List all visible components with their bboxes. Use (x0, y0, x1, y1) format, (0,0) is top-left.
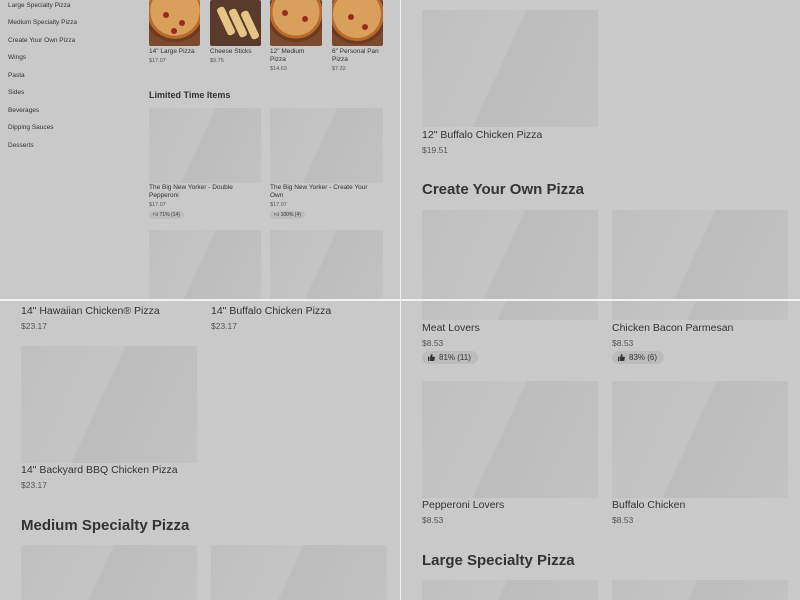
personal-pan-pizza-image[interactable] (332, 0, 383, 46)
menu-page-zoomed-out: Large Specialty Pizza Medium Specialty P… (0, 0, 400, 299)
backyard-bbq-chicken-pizza-name[interactable]: 14" Backyard BBQ Chicken Pizza (21, 464, 178, 476)
limited-item-image[interactable] (270, 230, 383, 299)
buffalo-chicken-14-pizza-price: $23.17 (211, 321, 237, 331)
large-specialty-heading: Large Specialty Pizza (422, 552, 575, 569)
sidebar-item-pasta[interactable]: Pasta (8, 72, 25, 79)
pepperoni-lovers-name[interactable]: Pepperoni Lovers (422, 499, 504, 511)
sidebar-item-beverages[interactable]: Beverages (8, 107, 39, 114)
create-your-own-heading: Create Your Own Pizza (422, 181, 584, 198)
thumbs-up-icon: 👍︎ (274, 212, 280, 218)
limited-item-image[interactable] (149, 230, 261, 299)
cheese-sticks-name[interactable]: Cheese Sticks (210, 48, 266, 56)
buffalo-chicken-price: $8.53 (612, 515, 634, 525)
rating-badge: 81% (11) (422, 351, 478, 364)
sidebar-item-large-specialty-pizza[interactable]: Large Specialty Pizza (8, 2, 71, 9)
menu-page-zoomed-in: 12" Buffalo Chicken Pizza $19.51 Create … (401, 0, 800, 299)
rating-value: 71% (14) (159, 212, 180, 218)
sidebar-item-desserts[interactable]: Desserts (8, 142, 34, 149)
backyard-bbq-chicken-pizza-price: $23.17 (21, 480, 47, 490)
menu-page-zoomed-in: 14" Hawaiian Chicken® Pizza $23.17 14" B… (0, 301, 400, 600)
big-new-yorker-double-pepperoni-price: $17.07 (149, 202, 166, 208)
sidebar-item-create-your-own-pizza[interactable]: Create Your Own Pizza (8, 37, 75, 44)
thumbs-up-icon (618, 354, 625, 361)
medium-pizza-image[interactable] (270, 0, 322, 46)
menu-item-image[interactable] (21, 545, 197, 600)
rating-value: 81% (11) (439, 353, 471, 362)
menu-item-image[interactable] (422, 580, 598, 600)
sidebar-item-medium-specialty-pizza[interactable]: Medium Specialty Pizza (8, 19, 77, 26)
personal-pan-pizza-name[interactable]: 6" Personal Pan Pizza (332, 48, 384, 64)
big-new-yorker-double-pepperoni-name[interactable]: The Big New Yorker - Double Pepperoni (149, 184, 249, 200)
sidebar-item-wings[interactable]: Wings (8, 54, 26, 61)
buffalo-chicken-pizza-image[interactable] (422, 10, 598, 127)
large-pizza-price: $17.07 (149, 58, 166, 64)
large-pizza-image[interactable] (149, 0, 200, 46)
thumbs-up-icon (428, 354, 435, 361)
rating-badge: 👍︎ 71% (14) (149, 211, 184, 219)
buffalo-chicken-14-pizza-name[interactable]: 14" Buffalo Chicken Pizza (211, 305, 331, 317)
big-new-yorker-create-your-own-image[interactable] (270, 108, 383, 183)
backyard-bbq-chicken-pizza-image[interactable] (21, 346, 197, 463)
medium-pizza-price: $14.63 (270, 66, 287, 72)
rating-value: 100% (4) (280, 212, 301, 218)
meat-lovers-price: $8.53 (422, 338, 444, 348)
sidebar-item-sides[interactable]: Sides (8, 89, 24, 96)
grid-divider-horizontal (0, 299, 800, 301)
medium-specialty-heading: Medium Specialty Pizza (21, 517, 190, 534)
big-new-yorker-double-pepperoni-image[interactable] (149, 108, 261, 183)
buffalo-chicken-pizza-price: $19.51 (422, 145, 448, 155)
chicken-bacon-parmesan-price: $8.53 (612, 338, 634, 348)
menu-item-image[interactable] (612, 210, 788, 299)
menu-item-image[interactable] (422, 210, 598, 299)
meat-lovers-image[interactable] (422, 301, 598, 320)
hawaiian-chicken-pizza-price: $23.17 (21, 321, 47, 331)
chicken-bacon-parmesan-image[interactable] (612, 301, 788, 320)
big-new-yorker-create-your-own-price: $17.07 (270, 202, 287, 208)
cheese-sticks-image[interactable] (210, 0, 261, 46)
buffalo-chicken-image[interactable] (612, 381, 788, 498)
limited-time-heading: Limited Time Items (149, 90, 231, 100)
pepperoni-lovers-price: $8.53 (422, 515, 444, 525)
rating-badge: 👍︎ 100% (4) (270, 211, 305, 219)
rating-value: 83% (6) (629, 353, 658, 362)
rating-badge: 83% (6) (612, 351, 665, 364)
medium-pizza-name[interactable]: 12" Medium Pizza (270, 48, 312, 64)
big-new-yorker-create-your-own-name[interactable]: The Big New Yorker - Create Your Own (270, 184, 376, 200)
menu-page-zoomed-in: Meat Lovers $8.53 81% (11) Chicken Bacon… (401, 301, 800, 600)
chicken-bacon-parmesan-name[interactable]: Chicken Bacon Parmesan (612, 322, 733, 334)
hawaiian-chicken-pizza-name[interactable]: 14" Hawaiian Chicken® Pizza (21, 305, 160, 317)
meat-lovers-name[interactable]: Meat Lovers (422, 322, 480, 334)
menu-item-image[interactable] (612, 580, 788, 600)
menu-item-image[interactable] (211, 545, 387, 600)
thumbs-up-icon: 👍︎ (153, 212, 159, 218)
sidebar-item-dipping-sauces[interactable]: Dipping Sauces (8, 124, 54, 131)
personal-pan-pizza-price: $7.32 (332, 66, 346, 72)
large-pizza-name[interactable]: 14" Large Pizza (149, 48, 205, 56)
buffalo-chicken-pizza-name[interactable]: 12" Buffalo Chicken Pizza (422, 129, 542, 141)
buffalo-chicken-name[interactable]: Buffalo Chicken (612, 499, 685, 511)
pepperoni-lovers-image[interactable] (422, 381, 598, 498)
cheese-sticks-price: $9.75 (210, 58, 224, 64)
